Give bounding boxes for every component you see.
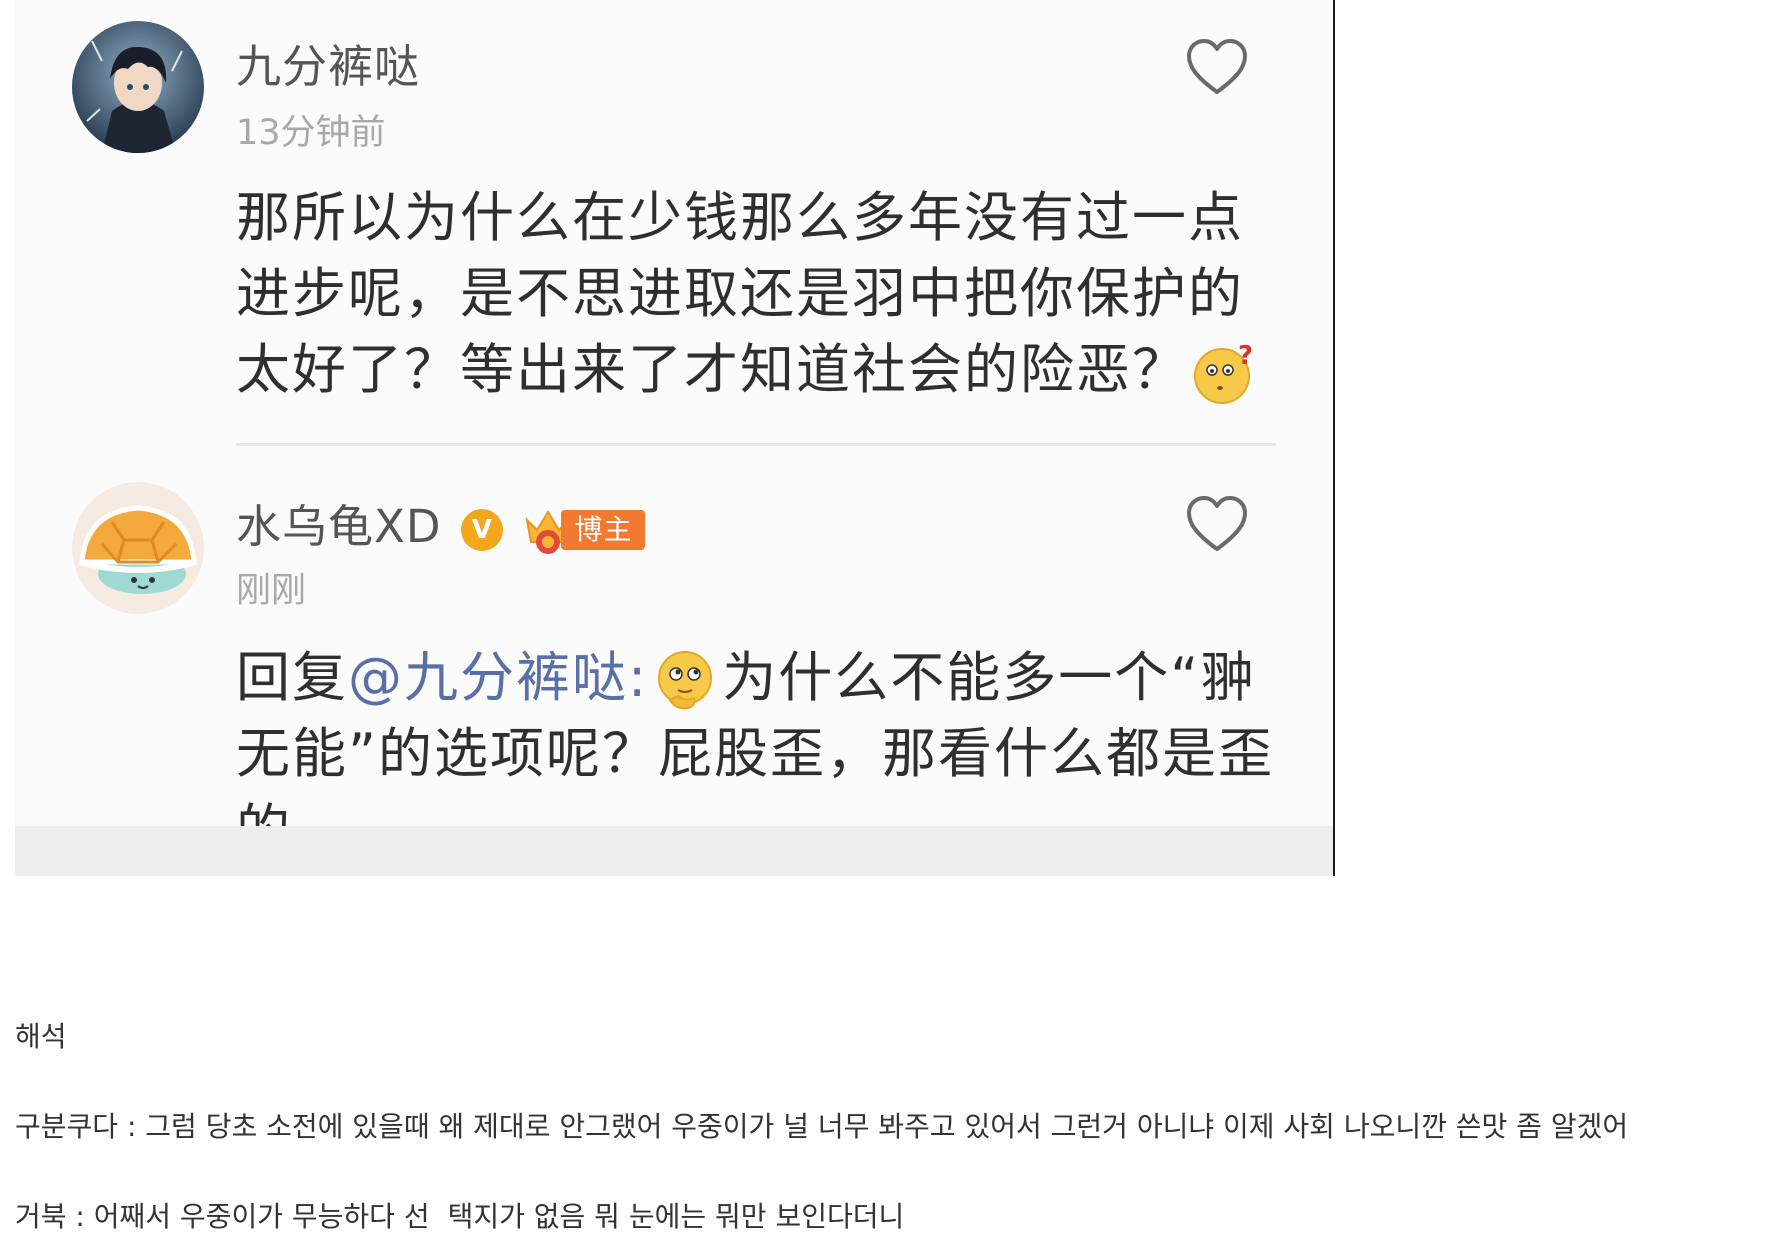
username-text[interactable]: 水乌龟XD <box>236 500 441 553</box>
mention-colon: : <box>628 646 649 709</box>
timestamp: 13分钟前 <box>236 113 386 153</box>
comment-item: 九分裤哒 13分钟前 那所以为什么在少钱那么多年没有过一点进步呢，是不思进取还是… <box>15 0 1333 445</box>
reply-prefix: 回复 <box>236 646 348 709</box>
blogger-badge: 博主 <box>523 508 647 554</box>
svg-text:?: ? <box>1238 341 1255 371</box>
comment-body: 那所以为什么在少钱那么多年没有过一点进步呢，是不思进取还是羽中把你保护的太好了？… <box>236 186 1244 401</box>
translation-line: 구분쿠다 : 그럼 당초 소전에 있을때 왜 제대로 안그랬어 우중이가 널 너… <box>15 1110 1629 1143</box>
mention-link[interactable]: @九分裤哒 <box>348 646 628 709</box>
translation-line-start: 거북 : 어째서 우중이가 무능하다 선 <box>15 1200 430 1233</box>
post-heading: 해석 <box>15 1020 67 1053</box>
question-face-emoji: ? <box>1192 340 1258 406</box>
thinking-face-emoji <box>652 648 718 714</box>
comment-item: 水乌龟XD V 博主 刚刚 回复@九分裤哒: 为什么不能多一个“翀无能”的选项呢… <box>15 445 1333 861</box>
translation-line: 거북 : 어째서 우중이가 무능하다 선 택지가 없음 뭐 눈에는 뭐만 보인다더… <box>15 1195 904 1235</box>
avatar[interactable] <box>72 21 204 153</box>
timestamp: 刚刚 <box>236 571 307 611</box>
username: 水乌龟XD V 博主 <box>236 490 647 555</box>
comment-text: 那所以为什么在少钱那么多年没有过一点进步呢，是不思进取还是羽中把你保护的太好了？… <box>236 180 1296 408</box>
heart-icon <box>1187 496 1247 551</box>
blogger-label: 博主 <box>561 510 646 550</box>
footer-bar <box>15 826 1333 876</box>
verified-badge: V <box>461 509 504 551</box>
heart-icon <box>1187 39 1247 94</box>
comment-screenshot: 九分裤哒 13分钟前 那所以为什么在少钱那么多年没有过一点进步呢，是不思进取还是… <box>15 0 1335 876</box>
avatar[interactable] <box>72 482 204 614</box>
like-button[interactable] <box>1185 38 1249 96</box>
like-button[interactable] <box>1185 495 1249 553</box>
username[interactable]: 九分裤哒 <box>236 30 420 95</box>
translation-line-end: 택지가 없음 뭐 눈에는 뭐만 보인다더니 <box>447 1200 905 1233</box>
